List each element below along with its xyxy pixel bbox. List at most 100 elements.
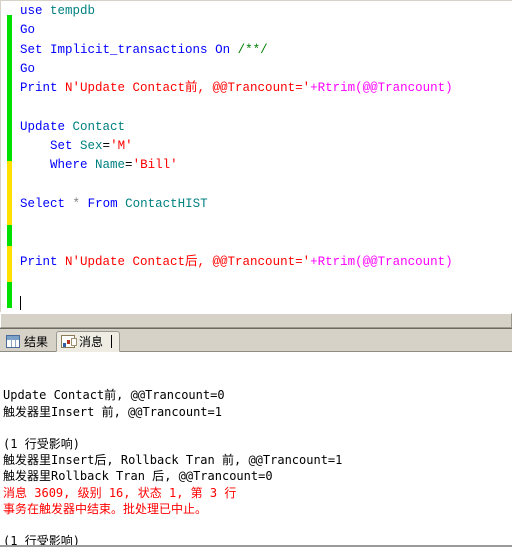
code-line[interactable] — [15, 176, 512, 195]
code-token-op: * — [72, 196, 81, 211]
saved-change-bar-3 — [7, 282, 12, 308]
message-text: , @@Trancount=0 — [116, 388, 225, 403]
code-token-fn: ( — [355, 81, 363, 96]
message-text: 1, — [161, 485, 191, 500]
code-line[interactable]: use tempdb — [15, 2, 512, 21]
code-line[interactable]: Go — [15, 21, 512, 40]
sql-code-text[interactable]: use tempdb Go Set Implicit_transactions On… — [15, 1, 512, 312]
message-text: Update Contact — [3, 388, 105, 403]
code-line[interactable]: Go — [15, 60, 512, 79]
code-token-fn: Rtrim — [317, 81, 356, 96]
code-line[interactable]: Where Name='Bill' — [15, 156, 512, 175]
message-text: 事务在触发器中结束。批处理已中止。 — [3, 501, 208, 516]
message-line: 触发器里Rollback Tran 后, @@Trancount=0 — [3, 468, 512, 484]
code-line[interactable] — [15, 272, 512, 291]
tab-focus-caret — [111, 335, 113, 348]
tab-messages[interactable]: 消息 — [56, 331, 121, 352]
message-text: 3609, — [27, 485, 78, 500]
message-line — [3, 420, 512, 436]
message-text: 行受影响 — [24, 436, 73, 451]
code-line[interactable]: Print N'Update Contact后, @@Trancount='+R… — [15, 253, 512, 272]
tab-label-messages: 消息 — [79, 334, 104, 349]
message-line: 触发器里Insert 前, @@Trancount=1 — [3, 404, 512, 420]
code-line[interactable] — [15, 98, 512, 117]
code-line[interactable]: Update Contact — [15, 118, 512, 137]
code-token-fn: ) — [445, 81, 453, 96]
code-token-str: 'Bill' — [132, 158, 178, 173]
code-token-str: N'Update Contact前, @@Trancount=' — [65, 81, 311, 96]
code-token-kw: Set — [20, 42, 43, 57]
code-token-plain: = — [102, 139, 111, 154]
code-token-fn: ( — [355, 254, 363, 269]
code-line[interactable] — [15, 291, 512, 310]
code-line[interactable]: Select * From ContactHIST — [15, 195, 512, 214]
scrollbar-track[interactable] — [0, 313, 512, 328]
message-text: 触发器里 — [3, 469, 52, 484]
sql-editor-pane[interactable]: use tempdb Go Set Implicit_transactions On… — [0, 0, 512, 312]
message-line — [3, 517, 512, 533]
code-token-id: Name — [95, 158, 126, 173]
results-tabstrip[interactable]: 结果 消息 — [0, 329, 512, 352]
messages-output-pane[interactable]: Update Contact前, @@Trancount=0 触发器里Insert… — [0, 352, 512, 551]
message-text: 前 — [101, 404, 114, 419]
message-text: 前 — [104, 388, 117, 403]
code-token-kw: Update — [20, 119, 66, 134]
unsaved-change-bar-1 — [7, 161, 12, 225]
message-icon — [61, 335, 78, 348]
query-window: use tempdb Go Set Implicit_transactions On… — [0, 0, 512, 551]
message-text: , @@Trancount=1 — [234, 453, 343, 468]
code-token-kw: Print — [20, 254, 58, 269]
message-text: 级别 — [77, 485, 102, 500]
code-token-cmt: /**/ — [237, 42, 268, 57]
message-line: Update Contact前, @@Trancount=0 — [3, 387, 512, 403]
message-text: Rollback Tran — [51, 469, 153, 484]
editor-indicator-margin — [1, 1, 15, 312]
code-line[interactable]: Set Implicit_transactions On /**/ — [15, 41, 512, 60]
code-token-kw: Implicit_transactions — [50, 42, 208, 57]
code-token-str: N'Update Contact后, @@Trancount=' — [65, 254, 311, 269]
code-token-plain: = — [125, 158, 133, 173]
message-text: Insert — [51, 453, 95, 468]
code-line[interactable]: Print N'Update Contact前, @@Trancount='+R… — [15, 79, 512, 98]
tab-label-results: 结果 — [24, 334, 49, 349]
code-line[interactable] — [15, 234, 512, 253]
code-line[interactable] — [15, 214, 512, 233]
message-text: 第 — [190, 485, 203, 500]
message-text: 触发器里 — [3, 404, 52, 419]
message-text: (1 — [3, 436, 25, 451]
code-token-fn: ) — [445, 254, 453, 269]
code-token-kw: Set — [20, 139, 73, 154]
editor-horizontal-scrollbar[interactable] — [0, 312, 512, 329]
message-line: 触发器里Insert后, Rollback Tran 前, @@Trancoun… — [3, 452, 512, 468]
message-text: Insert — [51, 404, 102, 419]
message-text: 消息 — [3, 485, 28, 500]
pane-bottom-divider — [0, 545, 512, 547]
code-token-fn: Rtrim — [317, 254, 356, 269]
message-text: 触发器里 — [3, 453, 52, 468]
message-text: , @@Trancount=0 — [164, 469, 273, 484]
message-text: 前 — [221, 453, 234, 468]
tab-results[interactable]: 结果 — [1, 331, 57, 351]
code-token-fn: + — [310, 81, 318, 96]
text-caret — [20, 296, 21, 310]
code-token-kw: On — [215, 42, 231, 57]
scrollbar-thumb[interactable] — [0, 313, 512, 328]
code-token-id: ContactHIST — [125, 196, 208, 211]
code-token-kw: Go — [20, 61, 36, 76]
code-token-str: 'M' — [110, 139, 133, 154]
code-line[interactable]: Set Sex='M' — [15, 137, 512, 156]
editor-scroll-host[interactable]: use tempdb Go Set Implicit_transactions On… — [1, 1, 512, 312]
code-token-kw: Print — [20, 81, 58, 96]
